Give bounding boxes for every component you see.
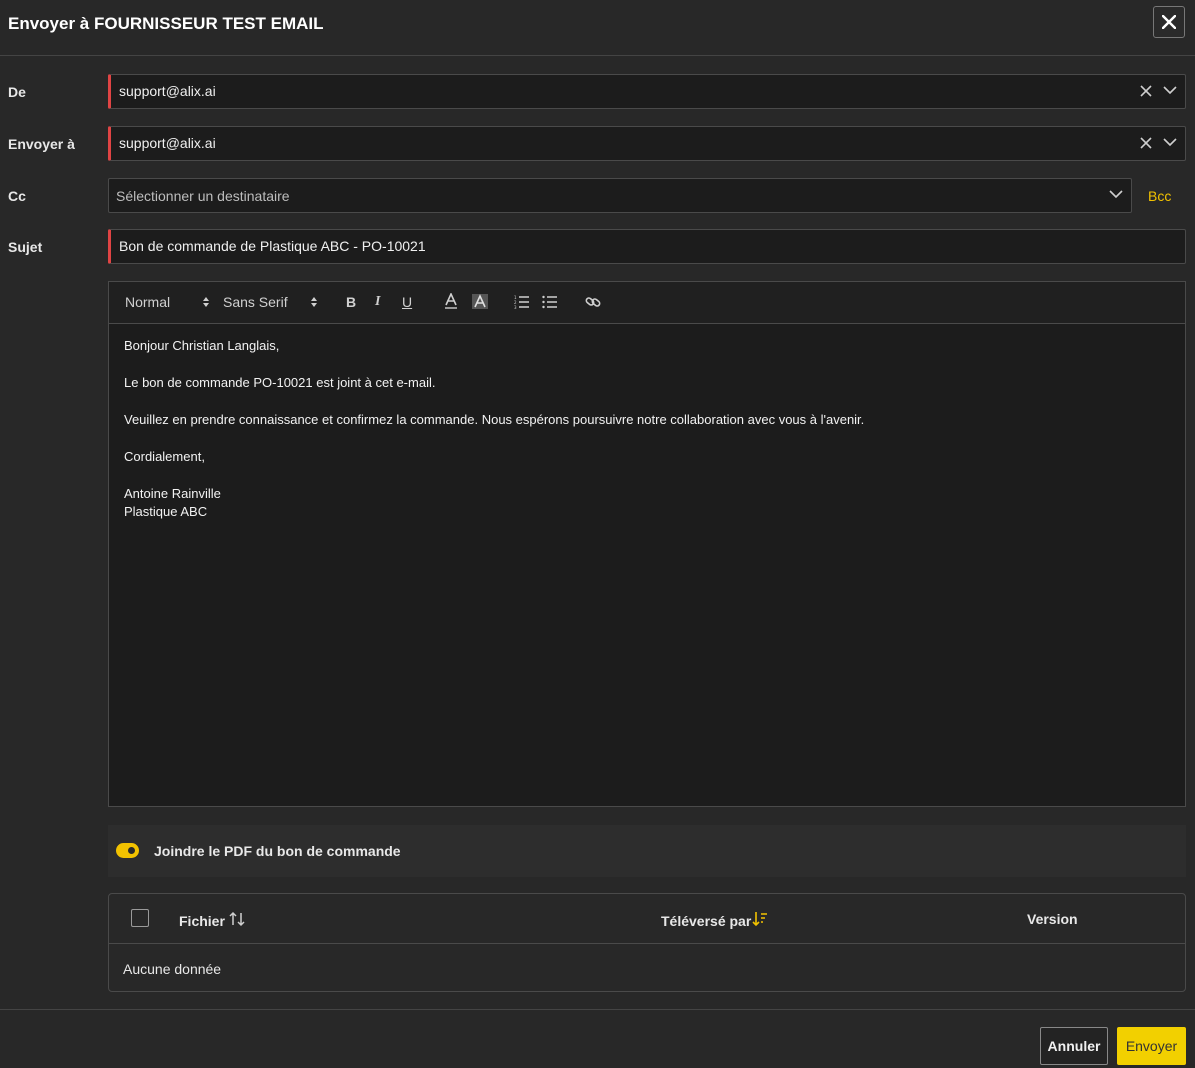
bold-button[interactable]: B: [346, 294, 356, 310]
to-label: Envoyer à: [8, 136, 75, 152]
chevron-down-icon[interactable]: [1163, 137, 1177, 147]
dialog-footer: Annuler Envoyer: [0, 1009, 1195, 1068]
chevron-down-icon[interactable]: [1109, 189, 1123, 199]
to-value: support@alix.ai: [119, 135, 216, 151]
column-header-uploaded-by[interactable]: Téléversé par: [661, 913, 751, 929]
from-value: support@alix.ai: [119, 83, 216, 99]
cc-placeholder: Sélectionner un destinataire: [116, 188, 290, 204]
bcc-link[interactable]: Bcc: [1148, 188, 1171, 204]
message-body[interactable]: Bonjour Christian Langlais, Le bon de co…: [124, 337, 864, 521]
column-header-file[interactable]: Fichier: [179, 913, 225, 929]
sort-descending-icon[interactable]: [752, 911, 768, 927]
from-label: De: [8, 84, 26, 100]
table-header: Fichier Téléversé par Version: [109, 894, 1185, 944]
font-select[interactable]: Sans Serif: [223, 294, 288, 310]
select-all-checkbox[interactable]: [131, 909, 149, 927]
text-color-icon[interactable]: [443, 293, 459, 311]
dialog-title: Envoyer à FOURNISSEUR TEST EMAIL: [8, 14, 324, 33]
signature-name: Antoine Rainville: [124, 486, 221, 501]
sort-icon[interactable]: [229, 911, 245, 927]
from-select[interactable]: support@alix.ai: [108, 74, 1186, 109]
to-select[interactable]: support@alix.ai: [108, 126, 1186, 161]
greeting-line: Bonjour Christian Langlais,: [124, 338, 280, 353]
ordered-list-icon[interactable]: 1 2 3: [514, 295, 530, 309]
underline-button[interactable]: U: [402, 294, 412, 310]
select-arrows-icon: [311, 297, 317, 307]
column-header-version[interactable]: Version: [1027, 911, 1078, 927]
dialog-header: Envoyer à FOURNISSEUR TEST EMAIL: [0, 0, 1195, 56]
link-icon[interactable]: [585, 294, 601, 310]
cancel-button[interactable]: Annuler: [1040, 1027, 1108, 1065]
italic-button[interactable]: I: [375, 294, 380, 310]
clear-icon[interactable]: [1139, 136, 1153, 150]
attach-pdf-toggle[interactable]: [116, 843, 139, 858]
body-line: Veuillez en prendre connaissance et conf…: [124, 412, 865, 427]
chevron-down-icon[interactable]: [1163, 85, 1177, 95]
closing-line: Cordialement,: [124, 449, 205, 464]
svg-text:3: 3: [514, 305, 517, 309]
editor-toolbar: Normal Sans Serif B I U 1 2 3: [109, 282, 1185, 324]
send-button[interactable]: Envoyer: [1117, 1027, 1186, 1065]
heading-select[interactable]: Normal: [125, 294, 170, 310]
message-editor[interactable]: Normal Sans Serif B I U 1 2 3 Bonjour Ch…: [108, 281, 1186, 807]
close-button[interactable]: [1153, 6, 1185, 38]
subject-label: Sujet: [8, 239, 43, 255]
select-arrows-icon: [203, 297, 209, 307]
attachments-table: Fichier Téléversé par Version Aucune don…: [108, 893, 1186, 992]
empty-state: Aucune donnée: [123, 961, 222, 977]
clear-icon[interactable]: [1139, 84, 1153, 98]
background-color-icon[interactable]: [471, 293, 489, 311]
body-line: Le bon de commande PO-10021 est joint à …: [124, 375, 436, 390]
attach-pdf-label: Joindre le PDF du bon de commande: [154, 843, 401, 859]
subject-input[interactable]: Bon de commande de Plastique ABC - PO-10…: [108, 229, 1186, 264]
close-icon: [1162, 15, 1176, 29]
cc-label: Cc: [8, 188, 26, 204]
attach-pdf-row: Joindre le PDF du bon de commande: [108, 825, 1186, 877]
cc-select[interactable]: Sélectionner un destinataire: [108, 178, 1132, 213]
bullet-list-icon[interactable]: [542, 295, 558, 309]
signature-company: Plastique ABC: [124, 504, 208, 519]
subject-value: Bon de commande de Plastique ABC - PO-10…: [119, 238, 426, 254]
